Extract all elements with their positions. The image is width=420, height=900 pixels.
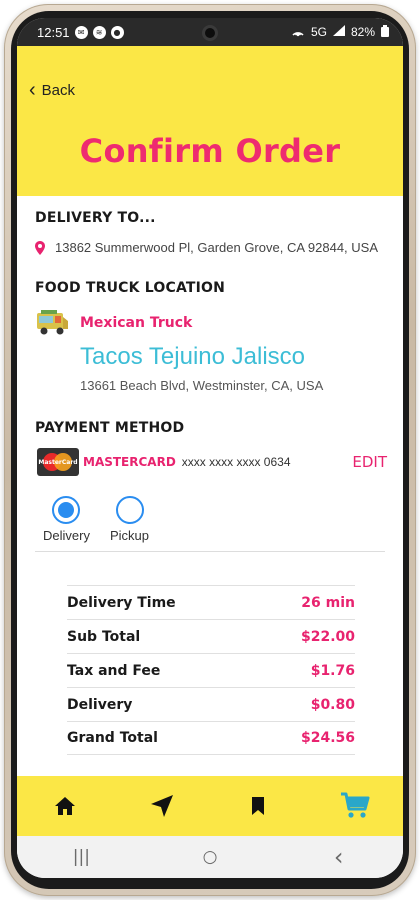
system-back-button[interactable]: ‹ — [319, 842, 359, 872]
spotify-notification-icon: ≋ — [92, 25, 106, 39]
pickup-radio[interactable] — [115, 496, 144, 524]
recents-button[interactable]: ||| — [61, 842, 101, 872]
battery-label: 82% — [350, 25, 375, 39]
app-screen: 12:51 ✉ ≋ ● 5G 82% ‹ Back Confirm Order … — [17, 18, 403, 878]
pickup-option[interactable]: Pickup — [110, 496, 149, 543]
page-title: Confirm Order — [79, 132, 341, 170]
food-truck-icon — [35, 307, 69, 341]
signal-icon — [332, 25, 345, 39]
summary-value: $0.80 — [310, 696, 355, 713]
order-summary: Delivery Time 26 min Sub Total $22.00 Ta… — [67, 585, 355, 755]
card-number: xxxx xxxx xxxx 0634 — [181, 455, 291, 469]
truck-address: 13661 Beach Blvd, Westminster, CA, USA — [80, 378, 324, 393]
delivery-address-row[interactable]: 13862 Summerwood Pl, Garden Grove, CA 92… — [35, 240, 378, 255]
summary-value: 26 min — [301, 594, 355, 611]
mastercard-icon: MasterCard — [37, 448, 79, 476]
home-icon — [55, 797, 76, 815]
delivery-option-label: Delivery — [43, 528, 90, 543]
delivery-address: 13862 Summerwood Pl, Garden Grove, CA 92… — [55, 240, 379, 255]
header: ‹ Back Confirm Order — [17, 46, 403, 196]
bookmark-icon — [252, 797, 265, 815]
chevron-left-icon: ‹ — [29, 79, 36, 101]
back-button[interactable]: ‹ Back — [29, 80, 75, 100]
summary-label: Delivery Time — [67, 594, 176, 611]
status-time: 12:51 — [37, 24, 70, 40]
delivery-heading: DELIVERY TO... — [35, 210, 156, 226]
home-button[interactable]: ○ — [190, 842, 230, 872]
summary-value: $22.00 — [300, 628, 355, 645]
hotspot-icon — [291, 25, 305, 40]
summary-row: Tax and Fee $1.76 — [67, 653, 355, 687]
app-notification-icon: ● — [110, 25, 124, 39]
nav-saved[interactable] — [235, 783, 281, 829]
bottom-nav — [17, 776, 403, 836]
truck-name[interactable]: Tacos Tejuino Jalisco — [80, 343, 305, 371]
back-label: Back — [41, 81, 76, 99]
summary-label: Tax and Fee — [67, 662, 161, 679]
location-pin-icon — [35, 240, 45, 255]
payment-row: MasterCard MASTERCARD xxxx xxxx xxxx 063… — [37, 448, 387, 476]
front-camera — [202, 25, 218, 41]
status-indicators: 5G 82% — [291, 24, 389, 40]
truck-type: Mexican Truck — [80, 315, 193, 331]
navigation-arrow-icon — [150, 795, 173, 817]
summary-row: Delivery $0.80 — [67, 687, 355, 721]
payment-heading: PAYMENT METHOD — [35, 420, 185, 436]
delivery-option[interactable]: Delivery — [43, 496, 90, 543]
summary-value: $24.56 — [300, 730, 355, 746]
summary-label: Sub Total — [67, 628, 141, 645]
nav-directions[interactable] — [139, 783, 185, 829]
messenger-notification-icon: ✉ — [74, 25, 88, 39]
card-brand: MASTERCARD — [83, 455, 176, 469]
summary-row: Grand Total $24.56 — [67, 721, 355, 755]
summary-label: Grand Total — [67, 730, 158, 746]
truck-location-heading: FOOD TRUCK LOCATION — [35, 280, 226, 296]
divider — [35, 551, 385, 552]
summary-row: Sub Total $22.00 — [67, 619, 355, 653]
nav-home[interactable] — [42, 783, 88, 829]
summary-row: Delivery Time 26 min — [67, 585, 355, 619]
nav-cart[interactable] — [332, 783, 378, 829]
pickup-option-label: Pickup — [110, 528, 150, 543]
system-nav-bar: ||| ○ ‹ — [17, 836, 403, 878]
summary-value: $1.76 — [310, 662, 355, 679]
network-label: 5G — [310, 25, 327, 39]
summary-label: Delivery — [67, 696, 133, 713]
delivery-radio[interactable] — [52, 496, 81, 524]
battery-icon — [381, 24, 389, 40]
edit-payment-button[interactable]: EDIT — [352, 453, 387, 471]
cart-icon — [340, 792, 370, 818]
